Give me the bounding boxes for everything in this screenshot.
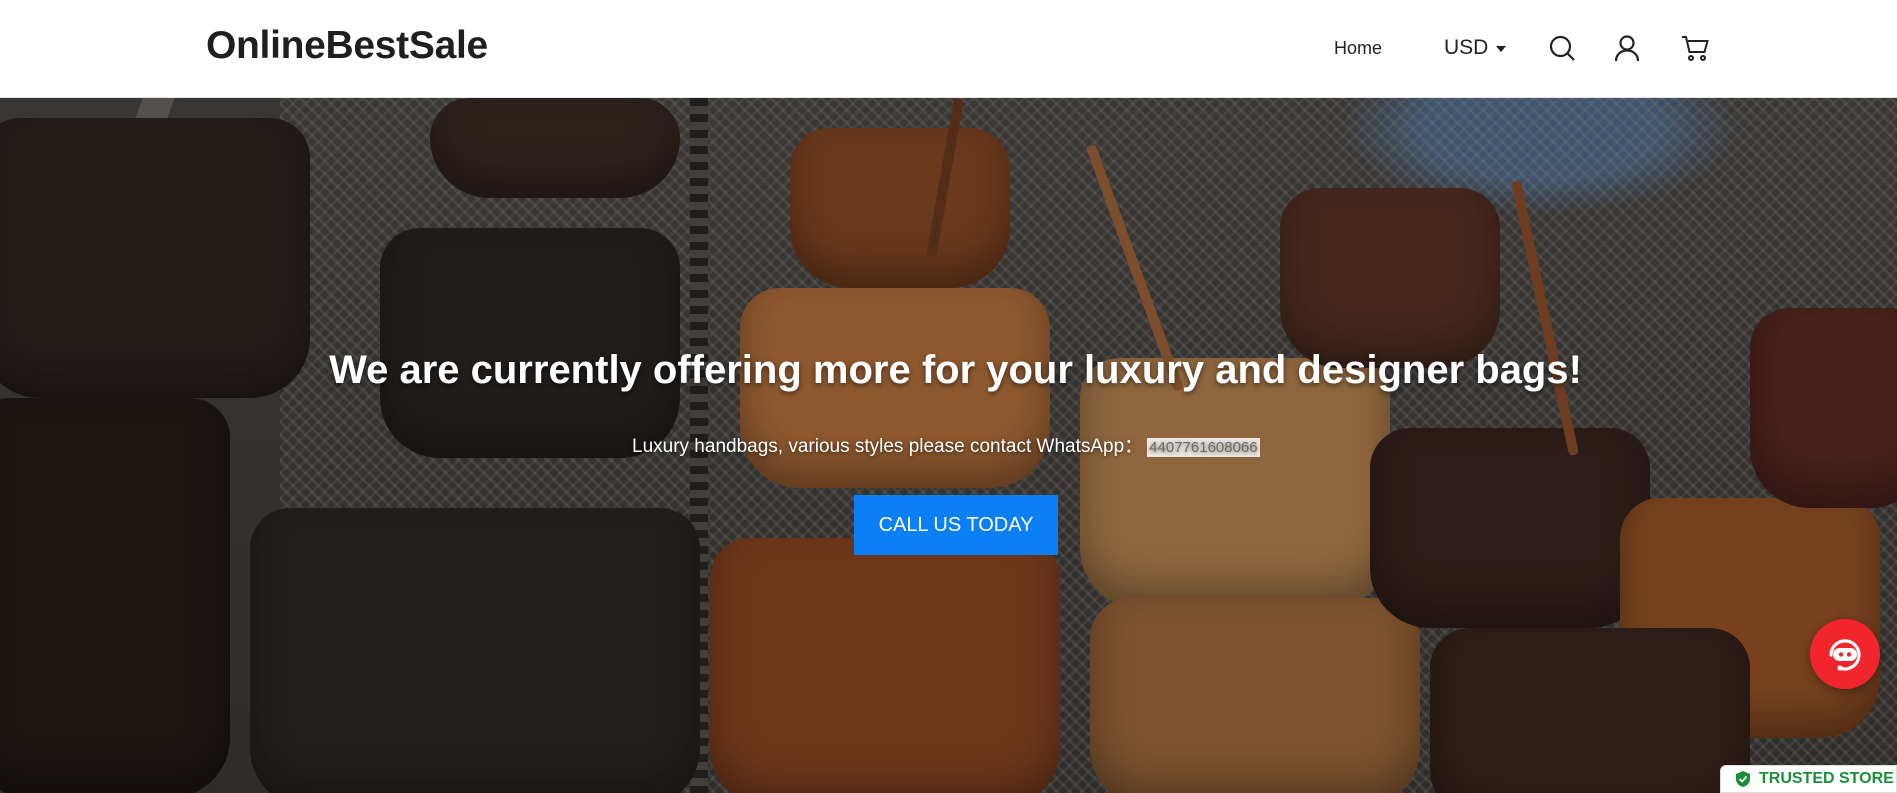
site-header: OnlineBestSale Home USD: [0, 0, 1897, 98]
chat-support-icon: [1829, 639, 1861, 671]
account-icon[interactable]: [1612, 33, 1642, 63]
chat-support-button[interactable]: [1810, 619, 1880, 689]
call-us-today-button[interactable]: CALL US TODAY: [854, 495, 1058, 555]
hero-title: We are currently offering more for your …: [329, 348, 1582, 392]
whatsapp-number[interactable]: 4407761608066: [1147, 438, 1260, 457]
trusted-store-badge[interactable]: TRUSTED STORE: [1720, 765, 1897, 793]
caret-down-icon: [1496, 46, 1507, 52]
site-logo[interactable]: OnlineBestSale: [206, 24, 488, 68]
trusted-store-label: TRUSTED STORE: [1759, 770, 1894, 787]
search-icon[interactable]: [1547, 33, 1577, 63]
hero-banner: We are currently offering more for your …: [0, 98, 1897, 793]
cart-icon[interactable]: [1680, 33, 1710, 63]
shield-check-icon: [1736, 771, 1750, 787]
currency-selector[interactable]: USD: [1444, 36, 1507, 60]
hero-subtitle-text: Luxury handbags, various styles please c…: [632, 436, 1144, 457]
hero-subtitle: Luxury handbags, various styles please c…: [632, 431, 1260, 458]
nav-home-link[interactable]: Home: [1334, 38, 1382, 59]
currency-label: USD: [1444, 36, 1489, 59]
